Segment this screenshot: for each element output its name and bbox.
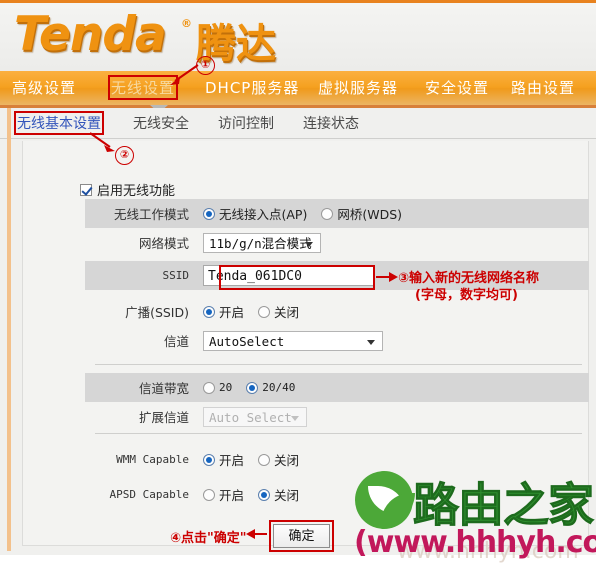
section-divider-2	[95, 433, 582, 434]
wmm-capable-radio-0[interactable]	[203, 453, 215, 466]
main-nav-item-3[interactable]: 虚拟服务器	[318, 77, 398, 98]
network-mode-select[interactable]: 11b/g/n混合模式	[203, 232, 321, 253]
annotation-arrow-3	[376, 272, 398, 282]
router-admin-page: Tenda ® 腾达 高级设置 无线设置 DHCP服务器 虚拟服务器 安全设置 路由设置 …	[0, 0, 596, 564]
wmm-capable-control: 开启 关闭	[203, 450, 589, 469]
form-row-channel-bandwidth: 信道带宽 20 20/40	[85, 373, 589, 402]
main-navigation: 高级设置 无线设置 DHCP服务器 虚拟服务器 安全设置 路由设置	[0, 71, 596, 108]
broadcast-ssid-radio-1[interactable]	[258, 305, 271, 318]
main-nav-item-4[interactable]: 安全设置	[425, 77, 489, 98]
section-divider-1	[95, 364, 582, 365]
wmm-capable-label: WMM Capable	[116, 453, 189, 466]
enable-wireless-checkbox[interactable]	[80, 183, 92, 196]
tenda-logo: Tenda	[14, 7, 167, 62]
form-row-network-mode: 网络模式 11b/g/n混合模式	[85, 228, 589, 257]
sub-nav-item-2[interactable]: 访问控制	[218, 113, 274, 133]
network-mode-label: 网络模式	[138, 236, 189, 251]
network-mode-control: 11b/g/n混合模式	[203, 232, 589, 253]
page-header: Tenda ® 腾达	[0, 3, 596, 71]
form-row-channel: 信道 AutoSelect	[85, 326, 589, 355]
annotation-text-4: ④点击"确定"	[170, 531, 247, 546]
channel-bandwidth-radio-label-0[interactable]: 20	[219, 381, 232, 394]
broadcast-ssid-label: 广播(SSID)	[125, 305, 189, 320]
apsd-capable-control: 开启 关闭	[203, 485, 589, 504]
sub-nav-item-3[interactable]: 连接状态	[303, 113, 359, 133]
form-row-wmm-capable: WMM Capable 开启 关闭	[85, 445, 589, 474]
main-nav-item-2[interactable]: DHCP服务器	[205, 77, 299, 98]
enable-wireless-label: 启用无线功能	[97, 184, 176, 199]
left-accent-bar	[7, 108, 11, 551]
wireless-work-mode-label: 无线工作模式	[113, 207, 189, 222]
broadcast-ssid-radio-label-0[interactable]: 开启	[219, 302, 244, 321]
channel-bandwidth-control: 20 20/40	[203, 381, 589, 394]
annotation-text-3-line2: (字母，数字均可)	[415, 288, 518, 303]
form-row-wireless-work-mode: 无线工作模式 无线接入点(AP) 网桥(WDS)	[85, 199, 589, 228]
wmm-capable-radio-label-0[interactable]: 开启	[219, 450, 244, 469]
enable-wireless-row[interactable]: 启用无线功能	[80, 180, 175, 199]
broadcast-ssid-control: 开启 关闭	[203, 302, 589, 321]
broadcast-ssid-radio-0[interactable]	[203, 305, 215, 318]
annotation-arrow-1	[170, 64, 199, 85]
wireless-work-mode-radio-label-1[interactable]: 网桥(WDS)	[337, 204, 402, 223]
extension-channel-label: 扩展信道	[138, 410, 189, 425]
ssid-input[interactable]: Tenda_061DC0	[203, 265, 375, 286]
channel-label: 信道	[163, 334, 189, 349]
main-nav-item-0[interactable]: 高级设置	[12, 77, 76, 98]
wireless-work-mode-radio-label-0[interactable]: 无线接入点(AP)	[219, 204, 307, 223]
apsd-capable-radio-label-0[interactable]: 开启	[219, 485, 244, 504]
apsd-capable-radio-label-1[interactable]: 关闭	[274, 485, 299, 504]
annotation-arrow-2	[89, 132, 115, 152]
channel-control: AutoSelect	[203, 330, 589, 351]
wmm-capable-radio-1[interactable]	[258, 453, 271, 466]
broadcast-ssid-radio-label-1[interactable]: 关闭	[274, 302, 299, 321]
wireless-work-mode-control: 无线接入点(AP) 网桥(WDS)	[203, 204, 589, 223]
wmm-capable-radio-label-1[interactable]: 关闭	[274, 450, 299, 469]
apsd-capable-radio-1[interactable]	[258, 488, 271, 501]
form-row-extension-channel: 扩展信道 Auto Select	[85, 402, 589, 431]
channel-bandwidth-radio-1[interactable]	[246, 381, 259, 394]
apsd-capable-label: APSD Capable	[109, 488, 189, 501]
wireless-work-mode-radio-1[interactable]	[321, 207, 334, 220]
extension-channel-select: Auto Select	[203, 406, 307, 427]
confirm-button[interactable]: 确定	[273, 524, 330, 548]
main-nav-item-5[interactable]: 路由设置	[511, 77, 575, 98]
ssid-label: SSID	[162, 269, 190, 282]
channel-bandwidth-radio-0[interactable]	[203, 381, 215, 394]
wireless-work-mode-radio-0[interactable]	[203, 207, 215, 220]
registered-trademark-icon: ®	[181, 17, 192, 30]
annotation-arrow-4	[246, 529, 267, 539]
sub-nav-item-1[interactable]: 无线安全	[133, 113, 189, 133]
apsd-capable-radio-0[interactable]	[203, 488, 215, 501]
channel-select[interactable]: AutoSelect	[203, 330, 383, 351]
channel-bandwidth-label: 信道带宽	[138, 381, 189, 396]
form-row-apsd-capable: APSD Capable 开启 关闭	[85, 480, 589, 509]
extension-channel-control: Auto Select	[203, 406, 589, 427]
channel-bandwidth-radio-label-1[interactable]: 20/40	[262, 381, 295, 394]
